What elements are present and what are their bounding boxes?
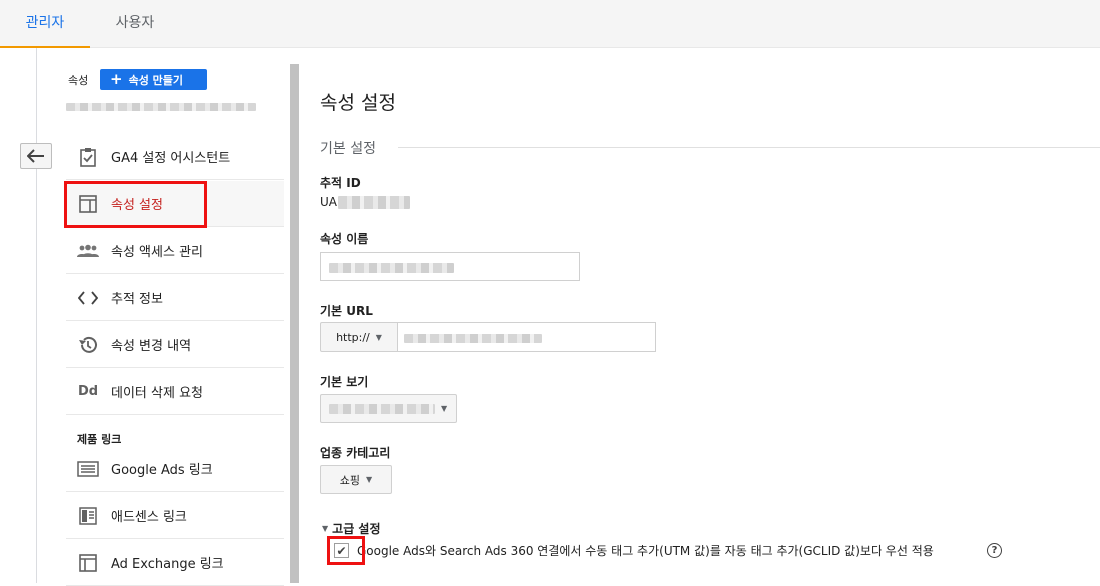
nav-item-data-deletion[interactable]: Dd 데이터 삭제 요청 — [66, 369, 284, 415]
clipboard-check-icon — [77, 146, 99, 168]
caret-down-icon: ▼ — [375, 332, 382, 342]
product-links-heading: 제품 링크 — [77, 433, 122, 446]
nav-item-label: 추적 정보 — [111, 292, 163, 307]
basic-settings-heading: 기본 설정 — [320, 141, 376, 157]
nav-item-label: Google Ads 링크 — [111, 463, 213, 478]
advanced-settings-label: 고급 설정 — [332, 522, 381, 536]
checkbox-highlight — [327, 536, 365, 565]
plus-icon: + — [110, 70, 123, 88]
nav-item-label: 애드센스 링크 — [111, 510, 187, 525]
industry-label: 업종 카테고리 — [320, 446, 391, 460]
dd-icon: Dd — [77, 384, 99, 399]
history-icon — [77, 334, 99, 356]
property-label: 속성 — [68, 74, 89, 87]
industry-value: 쇼핑 — [339, 473, 361, 487]
top-tab-bar: 관리자 사용자 — [0, 0, 1100, 48]
nav-item-tracking-info[interactable]: 추적 정보 — [66, 275, 284, 321]
ads-icon — [77, 458, 99, 480]
tracking-id-redacted — [338, 196, 410, 209]
section-divider — [398, 147, 1100, 148]
protocol-value: http:// — [336, 330, 370, 344]
nav-item-access-management[interactable]: 속성 액세스 관리 — [66, 228, 284, 274]
nav-item-label: 데이터 삭제 요청 — [111, 386, 203, 401]
nav-item-label: GA4 설정 어시스턴트 — [111, 151, 231, 166]
create-property-label: 속성 만들기 — [128, 73, 184, 87]
auto-tag-label: Google Ads와 Search Ads 360 연결에서 수동 태그 추가… — [357, 544, 934, 558]
property-selector[interactable] — [66, 103, 256, 111]
nav-item-label: 속성 변경 내역 — [111, 339, 192, 354]
caret-down-icon: ▼ — [322, 524, 329, 533]
nav-item-change-history[interactable]: 속성 변경 내역 — [66, 322, 284, 368]
protocol-dropdown[interactable]: http:// ▼ — [320, 322, 398, 352]
industry-dropdown[interactable]: 쇼핑 ▼ — [320, 465, 392, 494]
tab-admin[interactable]: 관리자 — [0, 0, 90, 48]
tab-user[interactable]: 사용자 — [90, 0, 180, 48]
base-url-redacted — [404, 334, 542, 343]
tracking-id-label: 추적 ID — [320, 176, 361, 190]
default-view-label: 기본 보기 — [320, 375, 369, 389]
property-settings-highlight — [64, 181, 207, 228]
create-property-button[interactable]: + 속성 만들기 — [100, 69, 207, 90]
nav-item-adx-link[interactable]: Ad Exchange 링크 — [66, 540, 284, 586]
nav-item-google-ads-link[interactable]: Google Ads 링크 — [66, 446, 284, 492]
advanced-settings-toggle[interactable]: ▼ 고급 설정 — [322, 520, 381, 537]
caret-down-icon: ▼ — [366, 475, 373, 484]
default-view-dropdown[interactable]: ▼ — [320, 394, 457, 423]
base-url-label: 기본 URL — [320, 304, 373, 318]
default-view-redacted — [329, 403, 435, 414]
adsense-icon — [77, 505, 99, 527]
code-icon — [77, 287, 99, 309]
property-name-label: 속성 이름 — [320, 232, 369, 246]
nav-item-adsense-link[interactable]: 애드센스 링크 — [66, 493, 284, 539]
tracking-id-value: UA — [320, 195, 337, 209]
help-icon[interactable]: ? — [987, 543, 1002, 558]
caret-down-icon: ▼ — [441, 404, 448, 413]
people-icon — [77, 240, 99, 262]
property-name-input[interactable] — [320, 252, 580, 281]
property-name-redacted — [329, 263, 454, 273]
gutter-divider — [36, 48, 37, 583]
nav-item-ga4-assistant[interactable]: GA4 설정 어시스턴트 — [66, 134, 284, 180]
back-button[interactable] — [20, 143, 52, 169]
nav-item-label: Ad Exchange 링크 — [111, 557, 224, 572]
arrow-left-icon — [27, 149, 44, 163]
base-url-input[interactable] — [397, 322, 656, 352]
page-title: 속성 설정 — [320, 92, 396, 114]
sidebar-scrollbar[interactable] — [290, 64, 299, 583]
adx-icon — [77, 552, 99, 574]
nav-item-label: 속성 액세스 관리 — [111, 245, 203, 260]
